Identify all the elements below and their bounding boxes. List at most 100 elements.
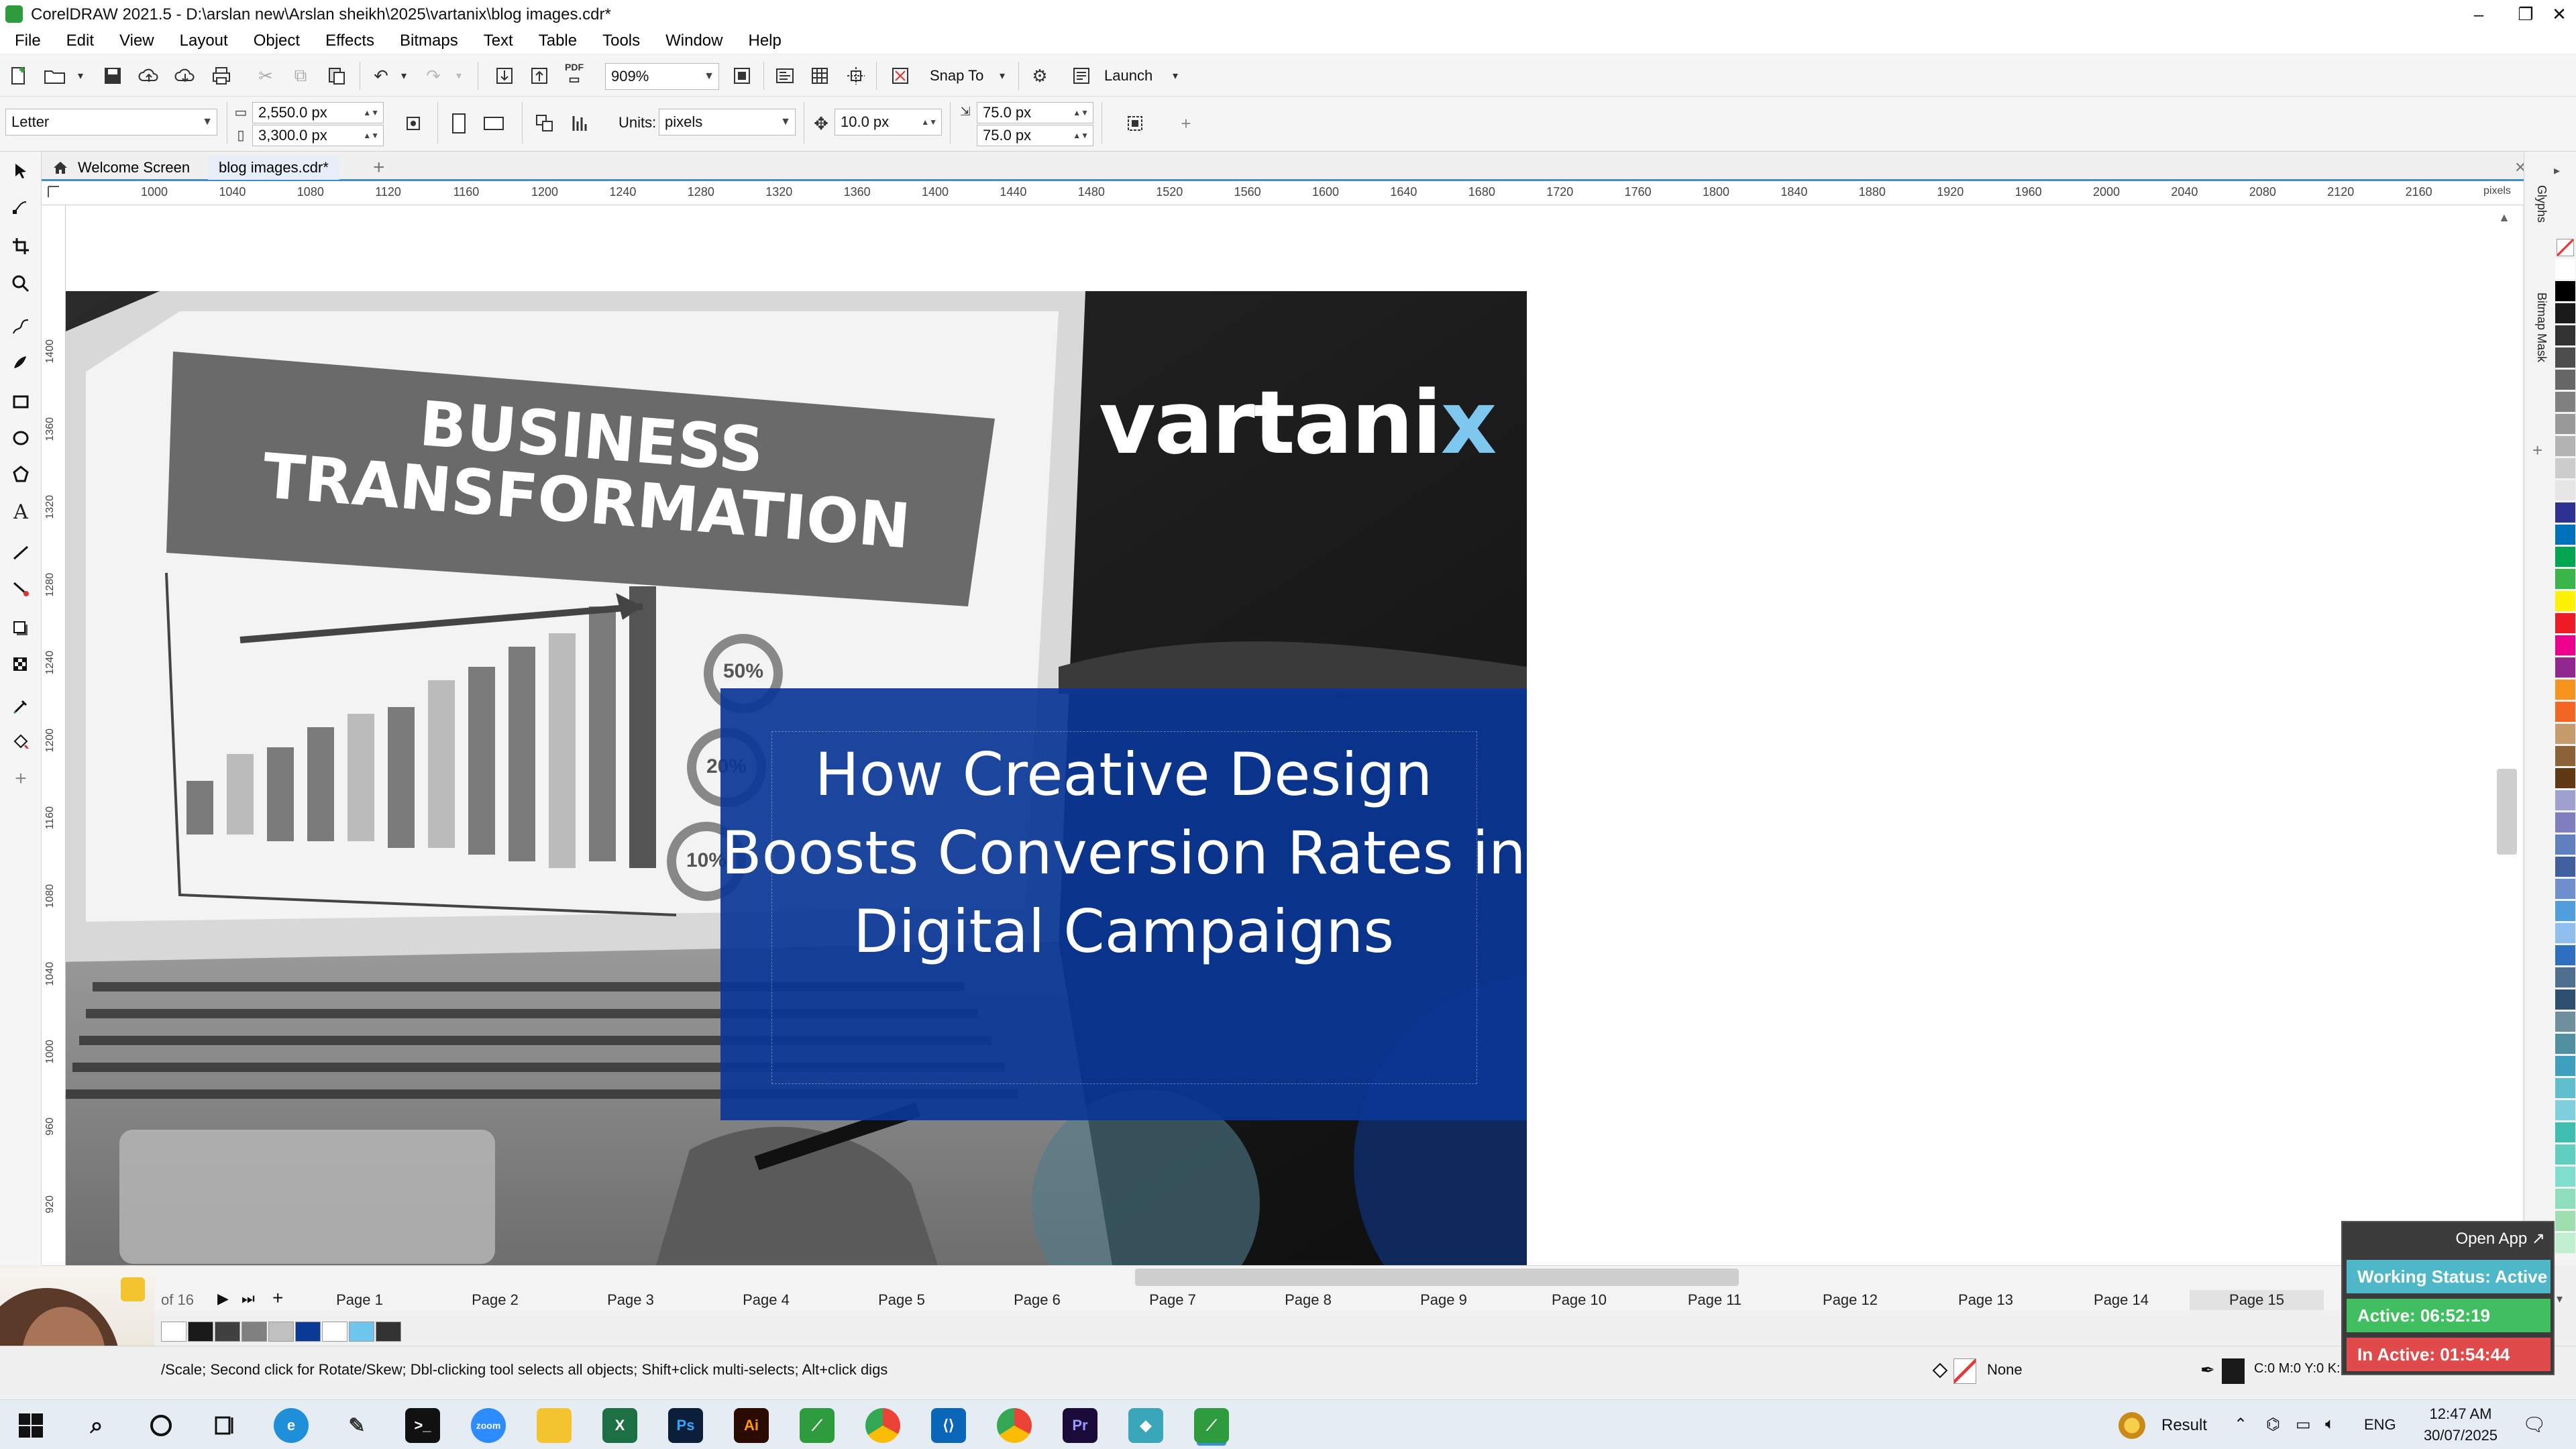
page-tab[interactable]: Page 6: [970, 1290, 1104, 1310]
options-gear-icon[interactable]: ⚙: [1026, 62, 1053, 89]
photoshop-icon[interactable]: Ps: [668, 1408, 703, 1443]
palette-swatch[interactable]: [2555, 1034, 2575, 1054]
horizontal-scrollbar-thumb[interactable]: [1135, 1269, 1739, 1286]
outline-pen-icon[interactable]: ✒: [2200, 1360, 2215, 1381]
palette-swatch[interactable]: [2555, 1189, 2575, 1209]
page-tab[interactable]: Page 14: [2054, 1290, 2188, 1310]
shape-tool-icon[interactable]: [5, 192, 36, 223]
export-icon[interactable]: [526, 62, 553, 89]
windows-start-icon[interactable]: [13, 1408, 48, 1443]
page-tab[interactable]: Page 15: [2190, 1290, 2324, 1310]
ellipse-tool-icon[interactable]: [5, 423, 36, 453]
artistic-media-tool-icon[interactable]: [5, 347, 36, 378]
page-layout-icon[interactable]: [531, 110, 558, 137]
document-palette-swatch[interactable]: [376, 1322, 401, 1342]
palette-swatch[interactable]: [2555, 923, 2575, 943]
text-tool-icon[interactable]: A: [5, 496, 36, 527]
pen-app-icon[interactable]: ✎: [339, 1408, 374, 1443]
alignment-guides-icon[interactable]: [887, 62, 914, 89]
units-select[interactable]: pixels ▼: [659, 109, 796, 136]
page-tab[interactable]: Page 7: [1106, 1290, 1240, 1310]
menu-help[interactable]: Help: [737, 32, 792, 50]
new-document-icon[interactable]: [5, 62, 32, 89]
tab-blog-images[interactable]: blog images.cdr*: [208, 156, 339, 180]
weather-label[interactable]: Result: [2161, 1416, 2207, 1435]
tray-overflow-icon[interactable]: ⌃: [2234, 1415, 2247, 1434]
document-palette-swatch[interactable]: [161, 1322, 186, 1342]
excel-icon[interactable]: X: [602, 1408, 637, 1443]
palette-swatch[interactable]: [2555, 1122, 2575, 1142]
document-palette-swatch[interactable]: [268, 1322, 294, 1342]
show-grid-icon[interactable]: [806, 62, 833, 89]
palette-swatch[interactable]: [2555, 1056, 2575, 1076]
zoom-tool-icon[interactable]: [5, 268, 36, 299]
page-tab[interactable]: Page 11: [1648, 1290, 1782, 1310]
palette-swatch[interactable]: [2555, 414, 2575, 434]
close-button[interactable]: ✕: [2536, 0, 2576, 28]
duplicate-y-field[interactable]: 75.0 px ▲▼: [977, 125, 1093, 146]
cloud-download-icon[interactable]: [172, 62, 199, 89]
palette-swatch[interactable]: [2555, 259, 2575, 279]
palette-swatch[interactable]: [2555, 1211, 2575, 1231]
duplicate-x-field[interactable]: 75.0 px ▲▼: [977, 102, 1093, 123]
palette-swatch[interactable]: [2555, 436, 2575, 456]
polygon-tool-icon[interactable]: [5, 459, 36, 490]
menu-table[interactable]: Table: [528, 32, 588, 50]
show-guidelines-icon[interactable]: [843, 62, 869, 89]
search-icon[interactable]: ⌕: [79, 1408, 114, 1443]
palette-swatch[interactable]: [2555, 591, 2575, 611]
palette-swatch[interactable]: [2555, 325, 2575, 345]
open-dropdown-icon[interactable]: ▾: [67, 62, 94, 89]
edge-icon[interactable]: e: [274, 1408, 309, 1443]
color-eyedropper-tool-icon[interactable]: [5, 691, 36, 722]
page-tab[interactable]: Page 10: [1512, 1290, 1646, 1310]
redo-icon[interactable]: ↷: [420, 62, 447, 89]
add-docker-icon[interactable]: +: [2532, 440, 2542, 461]
palette-swatch[interactable]: [2555, 857, 2575, 877]
zoom-to-page-icon[interactable]: [729, 62, 755, 89]
coreldraw-active-icon[interactable]: ⟋: [1194, 1408, 1229, 1443]
cortana-icon[interactable]: [144, 1408, 178, 1443]
open-folder-icon[interactable]: [42, 62, 68, 89]
treat-as-filled-icon[interactable]: [1122, 110, 1148, 137]
palette-swatch[interactable]: [2555, 635, 2575, 655]
menu-edit[interactable]: Edit: [56, 32, 105, 50]
pick-tool-icon[interactable]: [5, 156, 36, 186]
palette-swatch[interactable]: [2555, 347, 2575, 368]
palette-swatch[interactable]: [2555, 945, 2575, 965]
freehand-tool-icon[interactable]: [5, 311, 36, 342]
page-tab[interactable]: Page 12: [1783, 1290, 1917, 1310]
horizontal-ruler[interactable]: 1000 1040 1080 1120 1160 1200 1240 1280 1320 1360…: [42, 181, 2524, 205]
palette-swatch[interactable]: [2555, 281, 2575, 301]
transparency-tool-icon[interactable]: [5, 649, 36, 680]
add-toolbar-item-icon[interactable]: +: [1173, 110, 1199, 137]
palette-swatch[interactable]: [2555, 1100, 2575, 1120]
redo-dropdown-icon[interactable]: ▾: [445, 62, 472, 89]
cut-icon[interactable]: ✂: [252, 62, 279, 89]
document-palette-swatch[interactable]: [295, 1322, 321, 1342]
portrait-orientation-icon[interactable]: [445, 110, 472, 137]
menu-view[interactable]: View: [109, 32, 165, 50]
premiere-icon[interactable]: Pr: [1063, 1408, 1097, 1443]
tab-bitmap-mask[interactable]: Bitmap Mask: [2528, 292, 2548, 420]
page-tab[interactable]: Page 1: [292, 1290, 427, 1310]
publish-pdf-icon[interactable]: PDF ▭: [561, 60, 588, 87]
clock-date[interactable]: 30/07/2025: [2415, 1427, 2506, 1444]
palette-swatch[interactable]: [2555, 1144, 2575, 1165]
tab-welcome-screen[interactable]: Welcome Screen: [42, 156, 201, 180]
interactive-fill-tool-icon[interactable]: [5, 726, 36, 757]
page-size-select[interactable]: Letter ▼: [5, 109, 217, 136]
tab-glyphs[interactable]: Glyphs: [2528, 185, 2548, 279]
menu-window[interactable]: Window: [655, 32, 733, 50]
copy-icon[interactable]: ⧉: [287, 62, 314, 89]
palette-swatch[interactable]: [2555, 790, 2575, 810]
chrome-icon[interactable]: [865, 1408, 900, 1443]
all-pages-size-icon[interactable]: [400, 110, 427, 137]
paste-icon[interactable]: [323, 62, 350, 89]
palette-swatch[interactable]: [2555, 879, 2575, 899]
next-page-icon[interactable]: ▶: [217, 1290, 229, 1307]
palette-swatch[interactable]: [2555, 613, 2575, 633]
palette-swatch[interactable]: [2555, 702, 2575, 722]
save-icon[interactable]: [99, 62, 126, 89]
page-tab[interactable]: Page 9: [1377, 1290, 1511, 1310]
